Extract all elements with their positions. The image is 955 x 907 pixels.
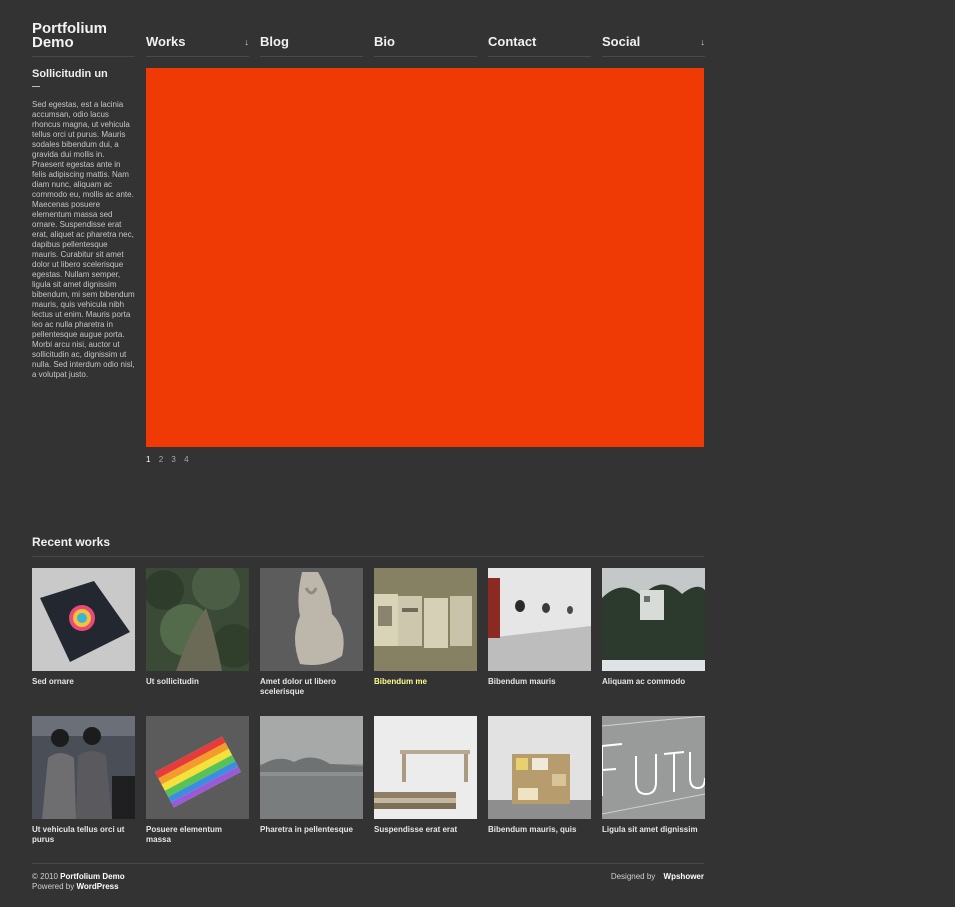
work-item[interactable]: Suspendisse erat erat bbox=[374, 716, 477, 835]
work-title[interactable]: Bibendum mauris, quis bbox=[488, 825, 591, 835]
brand-divider bbox=[32, 56, 135, 57]
work-title[interactable]: Bibendum mauris bbox=[488, 677, 591, 687]
work-item[interactable]: Bibendum me bbox=[374, 568, 477, 687]
work-title[interactable]: Aliquam ac commodo bbox=[602, 677, 705, 687]
work-title[interactable]: Bibendum me bbox=[374, 677, 477, 687]
footer-divider bbox=[32, 863, 704, 864]
nav-item-social[interactable]: Social ↓ bbox=[602, 34, 705, 57]
work-item[interactable]: Pharetra in pellentesque bbox=[260, 716, 363, 835]
work-title[interactable]: Ut sollicitudin bbox=[146, 677, 249, 687]
suits-image[interactable] bbox=[32, 716, 135, 819]
work-item[interactable]: Amet dolor ut libero scelerisque bbox=[260, 568, 363, 697]
gallery-image[interactable] bbox=[488, 568, 591, 671]
arrow-down-icon: ↓ bbox=[700, 37, 706, 47]
forest-house-image[interactable] bbox=[602, 568, 705, 671]
powered-by-text: Powered by bbox=[32, 882, 75, 891]
bookshelf-image[interactable] bbox=[488, 716, 591, 819]
nav-item-label: Contact bbox=[488, 34, 537, 49]
pallet-bench-image[interactable] bbox=[374, 716, 477, 819]
pager-page[interactable]: 4 bbox=[184, 455, 188, 464]
work-item[interactable]: Ut sollicitudin bbox=[146, 568, 249, 687]
sea-image[interactable] bbox=[260, 716, 363, 819]
nav-item-works[interactable]: Works ↓ bbox=[146, 34, 249, 57]
recent-works-heading: Recent works bbox=[32, 535, 111, 549]
nav-item-blog[interactable]: Blog bbox=[260, 34, 363, 57]
work-item[interactable]: Ut vehicula tellus orci ut purus bbox=[32, 716, 135, 845]
footer-credits: © 2010 Portfolium Demo Powered by WordPr… bbox=[32, 872, 125, 892]
work-title[interactable]: Posuere elementum massa bbox=[146, 825, 249, 845]
work-item[interactable]: Bibendum mauris bbox=[488, 568, 591, 687]
footer-site-link[interactable]: Portfolium Demo bbox=[60, 872, 124, 881]
arrow-down-icon: ↓ bbox=[244, 37, 250, 47]
work-item[interactable]: Sed ornare bbox=[32, 568, 135, 687]
pager-page[interactable]: 3 bbox=[171, 455, 175, 464]
wordpress-link[interactable]: WordPress bbox=[76, 882, 118, 891]
notebook-image[interactable] bbox=[32, 568, 135, 671]
work-title[interactable]: Ligula sit amet dignissim bbox=[602, 825, 705, 835]
nav-item-label: Bio bbox=[374, 34, 395, 49]
sidebar-description: Sed egestas, est a lacinia accumsan, odi… bbox=[32, 100, 135, 379]
footer-designer: Designed by Wpshower bbox=[611, 872, 704, 881]
slide-pager: 1 2 3 4 bbox=[146, 455, 195, 464]
pager-page[interactable]: 1 bbox=[146, 455, 150, 464]
nav-item-label: Social bbox=[602, 34, 641, 49]
work-title[interactable]: Pharetra in pellentesque bbox=[260, 825, 363, 835]
sidebar-title: Sollicitudin un bbox=[32, 68, 108, 80]
sidebar-dash bbox=[32, 86, 40, 87]
hero-slide[interactable] bbox=[146, 68, 704, 447]
designed-by-text: Designed by bbox=[610, 872, 656, 881]
pager-page[interactable]: 2 bbox=[159, 455, 163, 464]
work-item[interactable]: Bibendum mauris, quis bbox=[488, 716, 591, 835]
copyright-text: © 2010 bbox=[32, 872, 58, 881]
designer-link[interactable]: Wpshower bbox=[664, 872, 704, 881]
nav-item-bio[interactable]: Bio bbox=[374, 34, 477, 57]
work-title[interactable]: Sed ornare bbox=[32, 677, 135, 687]
site-title[interactable]: Portfolium Demo bbox=[32, 21, 135, 50]
nav-item-label: Blog bbox=[260, 34, 289, 49]
work-title[interactable]: Ut vehicula tellus orci ut purus bbox=[32, 825, 135, 845]
work-title[interactable]: Suspendisse erat erat bbox=[374, 825, 477, 835]
booklets-image[interactable] bbox=[374, 568, 477, 671]
nav-item-contact[interactable]: Contact bbox=[488, 34, 591, 57]
work-item[interactable]: Ligula sit amet dignissim bbox=[602, 716, 705, 835]
bag-image[interactable] bbox=[260, 568, 363, 671]
futura-image[interactable] bbox=[602, 716, 705, 819]
work-item[interactable]: Posuere elementum massa bbox=[146, 716, 249, 845]
recent-divider bbox=[32, 556, 704, 557]
rainbow-book-image[interactable] bbox=[146, 716, 249, 819]
work-item[interactable]: Aliquam ac commodo bbox=[602, 568, 705, 687]
work-title[interactable]: Amet dolor ut libero scelerisque bbox=[260, 677, 363, 697]
foliage-image[interactable] bbox=[146, 568, 249, 671]
nav-item-label: Works bbox=[146, 34, 186, 49]
